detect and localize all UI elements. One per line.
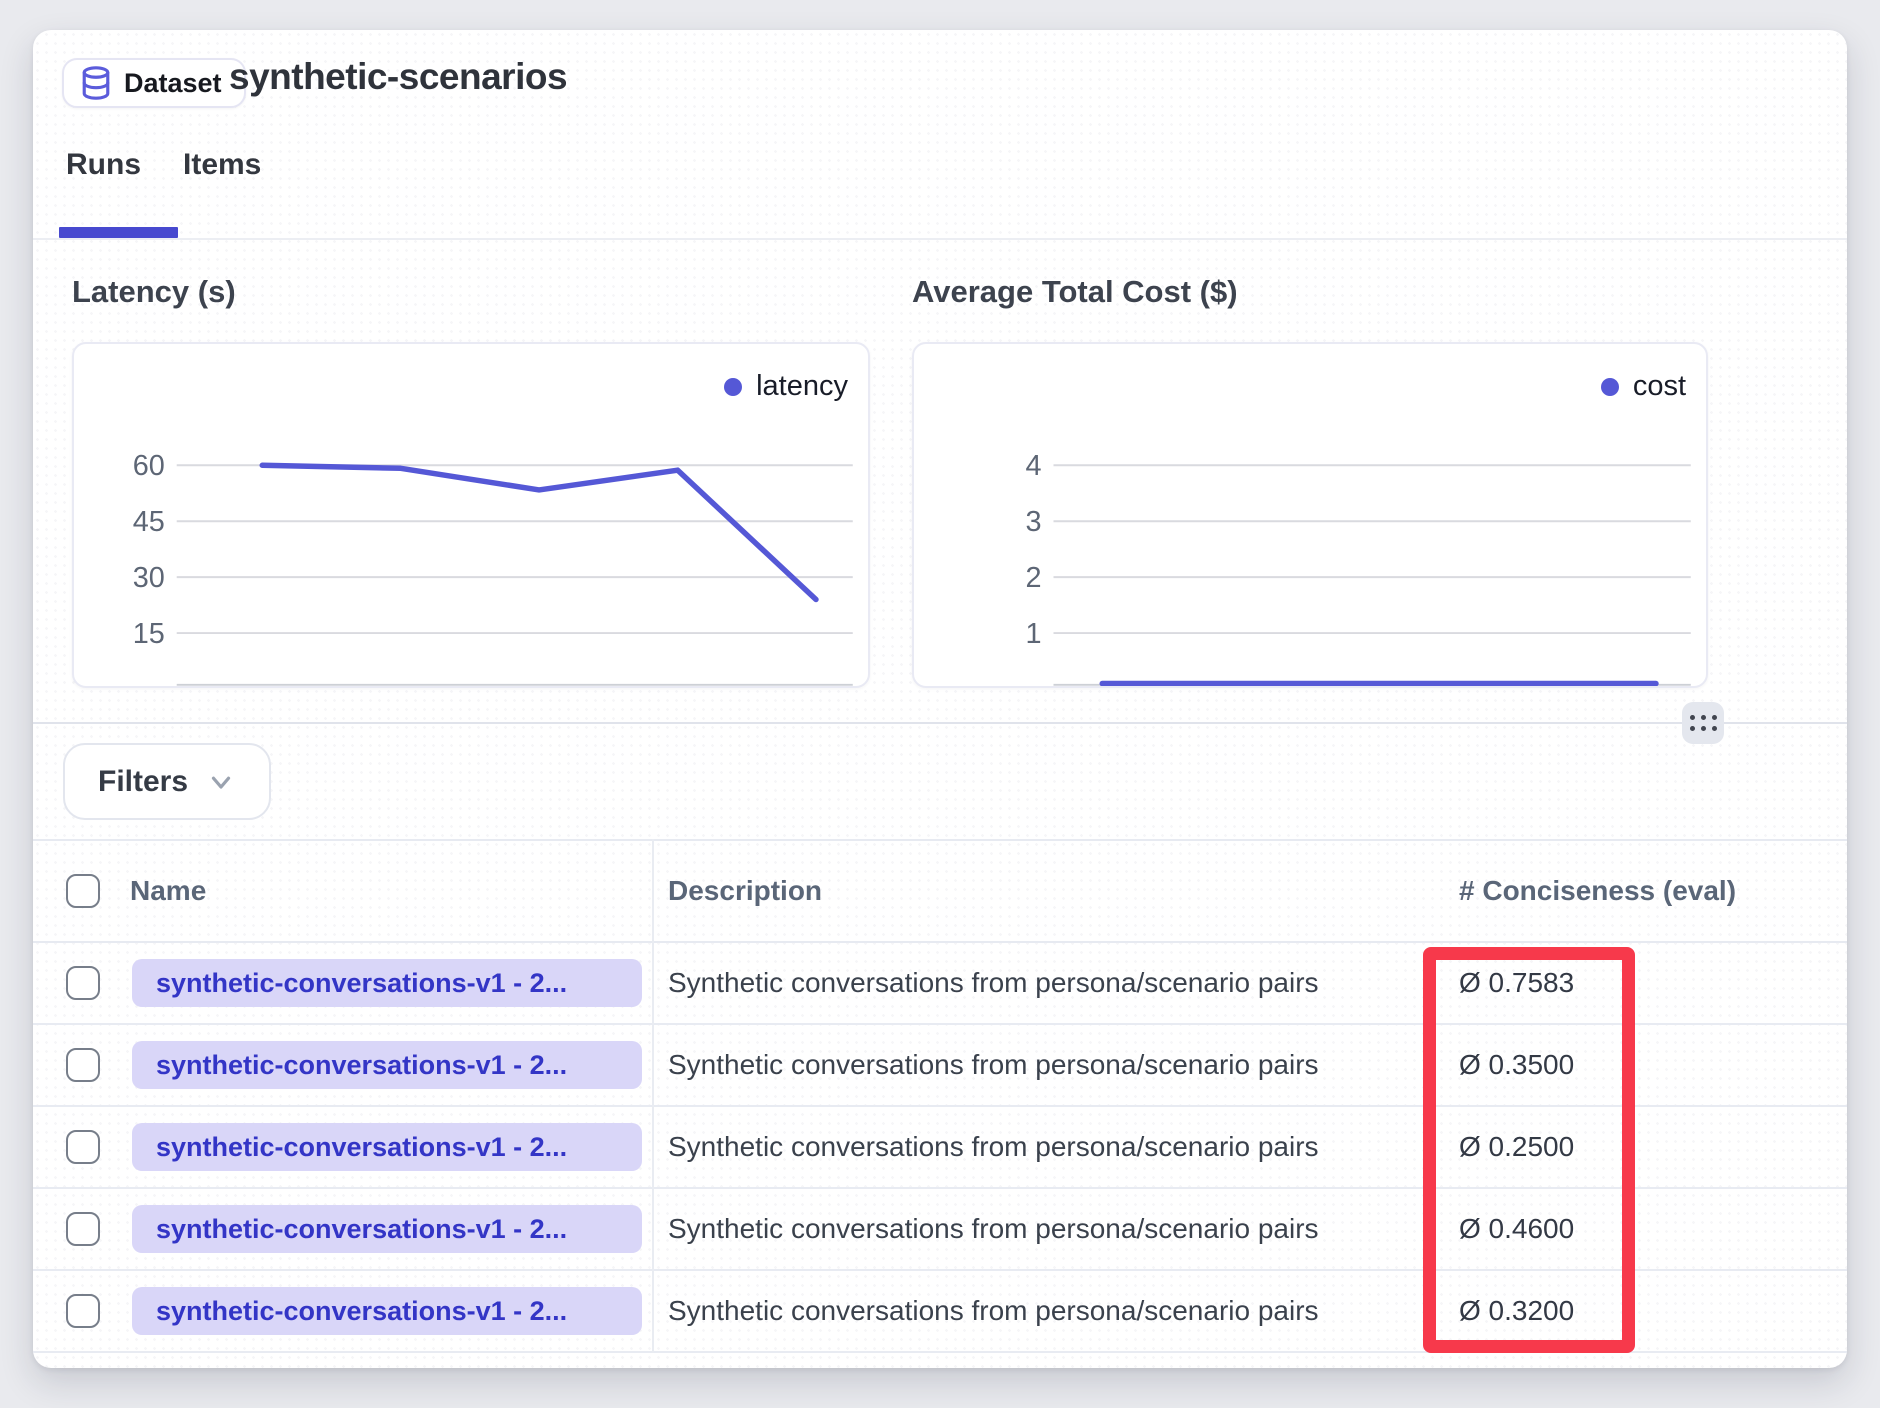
grip-dots-icon bbox=[1690, 715, 1717, 731]
tabbar-divider bbox=[33, 238, 1847, 240]
svg-text:30: 30 bbox=[133, 562, 165, 594]
svg-text:3: 3 bbox=[1026, 506, 1042, 538]
column-header-description: Description bbox=[668, 841, 822, 941]
dataset-badge-label: Dataset bbox=[124, 68, 222, 99]
run-description: Synthetic conversations from persona/sce… bbox=[668, 943, 1319, 1023]
table-row: synthetic-conversations-v1 - 2... Synthe… bbox=[33, 943, 1847, 1025]
select-all-checkbox[interactable] bbox=[66, 874, 100, 908]
dataset-page-card: Dataset synthetic-scenarios Runs Items L… bbox=[33, 30, 1847, 1368]
svg-text:2: 2 bbox=[1026, 562, 1042, 594]
run-name-pill[interactable]: synthetic-conversations-v1 - 2... bbox=[132, 1041, 642, 1089]
row-checkbox[interactable] bbox=[66, 966, 100, 1000]
run-conciseness-value: Ø 0.2500 bbox=[1459, 1107, 1574, 1187]
cost-legend: cost bbox=[1601, 370, 1686, 403]
run-name-pill[interactable]: synthetic-conversations-v1 - 2... bbox=[132, 1123, 642, 1171]
column-header-name: Name bbox=[130, 841, 206, 941]
tab-runs[interactable]: Runs bbox=[66, 142, 141, 238]
run-description: Synthetic conversations from persona/sce… bbox=[668, 1271, 1319, 1351]
svg-text:45: 45 bbox=[133, 506, 165, 538]
cost-chart-card: 4 3 2 1 cost bbox=[912, 342, 1708, 688]
row-checkbox[interactable] bbox=[66, 1048, 100, 1082]
row-checkbox[interactable] bbox=[66, 1212, 100, 1246]
table-body: synthetic-conversations-v1 - 2... Synthe… bbox=[33, 943, 1847, 1353]
charts-section-divider bbox=[33, 722, 1847, 724]
filters-button-label: Filters bbox=[98, 765, 188, 799]
tab-bar: Runs Items bbox=[66, 142, 261, 238]
legend-label: cost bbox=[1633, 370, 1686, 403]
drag-handle[interactable] bbox=[1682, 702, 1724, 744]
chevron-down-icon bbox=[206, 767, 236, 797]
run-conciseness-value: Ø 0.3200 bbox=[1459, 1271, 1574, 1351]
run-description: Synthetic conversations from persona/sce… bbox=[668, 1107, 1319, 1187]
run-name-pill[interactable]: synthetic-conversations-v1 - 2... bbox=[132, 959, 642, 1007]
filters-button[interactable]: Filters bbox=[63, 743, 271, 820]
svg-text:15: 15 bbox=[133, 618, 165, 650]
legend-dot-icon bbox=[1601, 378, 1619, 396]
database-icon bbox=[80, 66, 112, 100]
svg-text:60: 60 bbox=[133, 450, 165, 482]
page-title: synthetic-scenarios bbox=[229, 56, 567, 98]
latency-chart-title: Latency (s) bbox=[72, 274, 236, 310]
table-row: synthetic-conversations-v1 - 2... Synthe… bbox=[33, 1107, 1847, 1189]
legend-label: latency bbox=[756, 370, 848, 403]
run-conciseness-value: Ø 0.7583 bbox=[1459, 943, 1574, 1023]
cost-chart-title: Average Total Cost ($) bbox=[912, 274, 1238, 310]
row-checkbox[interactable] bbox=[66, 1294, 100, 1328]
row-checkbox[interactable] bbox=[66, 1130, 100, 1164]
svg-text:1: 1 bbox=[1026, 618, 1042, 650]
svg-text:4: 4 bbox=[1026, 450, 1042, 482]
run-description: Synthetic conversations from persona/sce… bbox=[668, 1189, 1319, 1269]
run-name-pill[interactable]: synthetic-conversations-v1 - 2... bbox=[132, 1287, 642, 1335]
column-header-conciseness: # Conciseness (eval) bbox=[1459, 841, 1736, 941]
tab-items[interactable]: Items bbox=[183, 142, 261, 238]
legend-dot-icon bbox=[724, 378, 742, 396]
latency-legend: latency bbox=[724, 370, 848, 403]
cost-line-chart: 4 3 2 1 bbox=[914, 344, 1706, 686]
dataset-badge: Dataset bbox=[62, 58, 246, 108]
run-description: Synthetic conversations from persona/sce… bbox=[668, 1025, 1319, 1105]
table-row: synthetic-conversations-v1 - 2... Synthe… bbox=[33, 1271, 1847, 1353]
runs-table: Name Description # Conciseness (eval) sy… bbox=[33, 839, 1847, 1353]
run-name-pill[interactable]: synthetic-conversations-v1 - 2... bbox=[132, 1205, 642, 1253]
run-conciseness-value: Ø 0.3500 bbox=[1459, 1025, 1574, 1105]
latency-chart-card: 60 45 30 15 latency bbox=[72, 342, 870, 688]
table-row: synthetic-conversations-v1 - 2... Synthe… bbox=[33, 1025, 1847, 1107]
table-row: synthetic-conversations-v1 - 2... Synthe… bbox=[33, 1189, 1847, 1271]
table-header-row: Name Description # Conciseness (eval) bbox=[33, 839, 1847, 943]
run-conciseness-value: Ø 0.4600 bbox=[1459, 1189, 1574, 1269]
column-divider bbox=[652, 839, 654, 1353]
